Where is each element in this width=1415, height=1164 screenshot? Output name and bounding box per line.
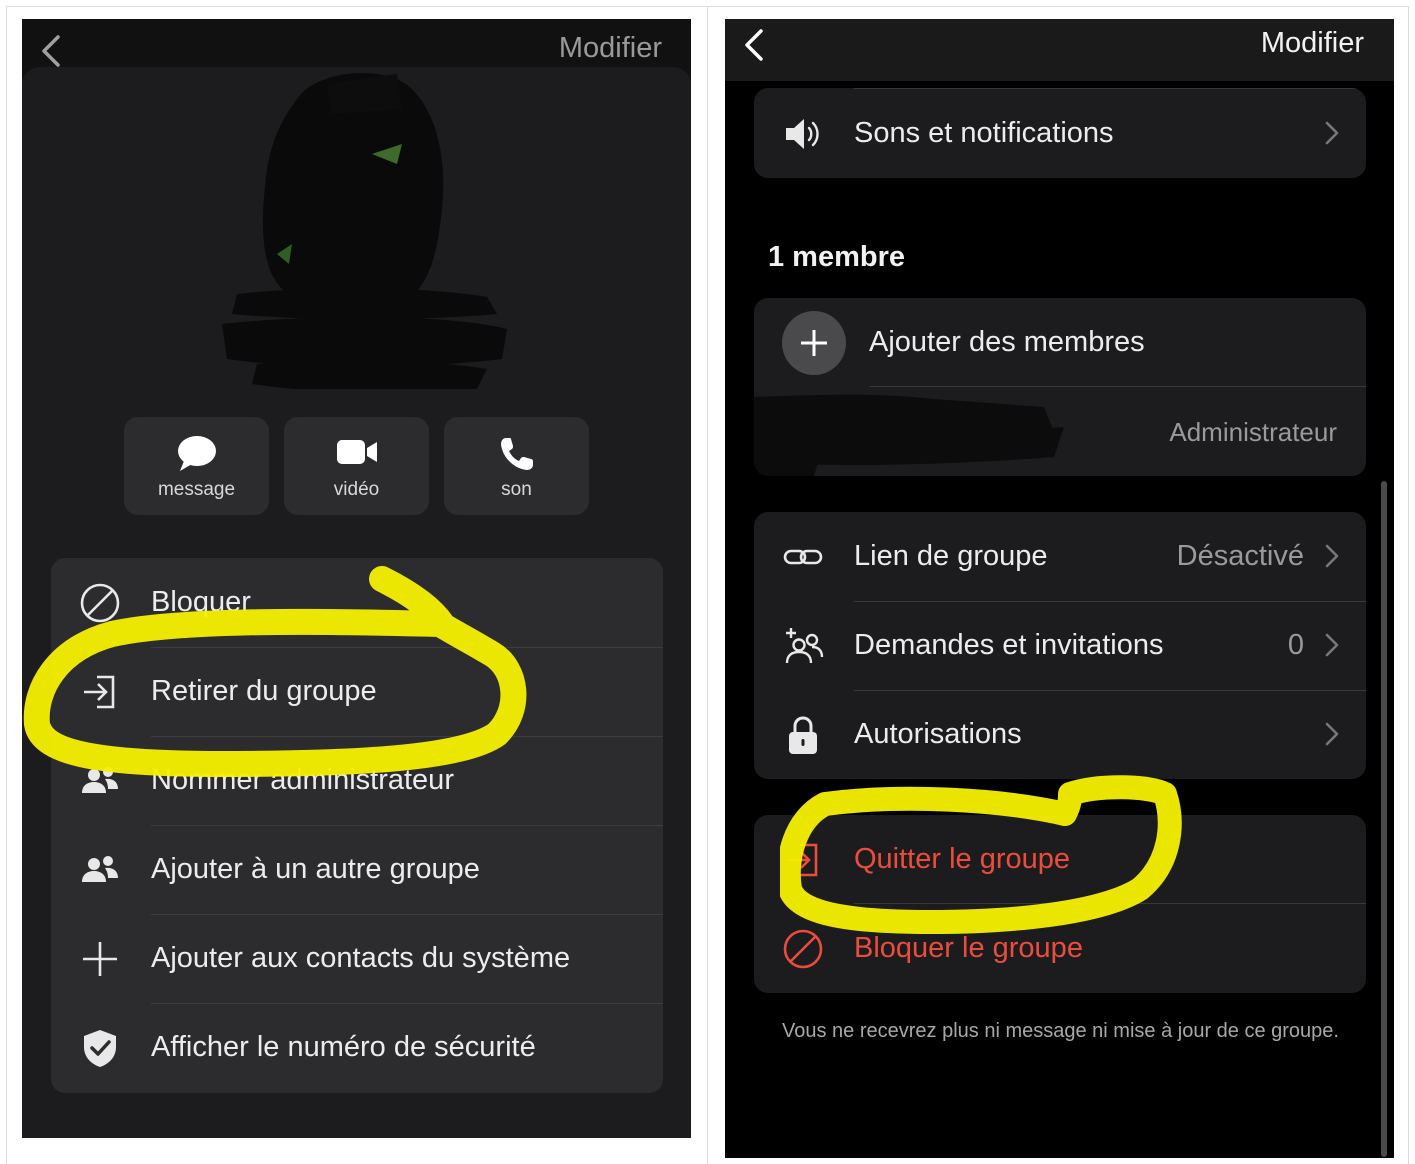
remove-from-group-row[interactable]: Retirer du groupe (51, 647, 663, 736)
scrollbar[interactable] (1381, 481, 1387, 1157)
safety-number-row[interactable]: Afficher le numéro de sécurité (51, 1003, 663, 1092)
members-card: Ajouter des membres Administrateur (754, 298, 1366, 476)
back-chevron-icon[interactable] (739, 25, 769, 65)
block-group-row[interactable]: Bloquer le groupe (754, 904, 1366, 993)
contact-actions-list: Bloquer Retirer du groupe Nommer adminis… (51, 558, 663, 1093)
permissions-row[interactable]: Autorisations (754, 690, 1366, 779)
safety-number-label: Afficher le numéro de sécurité (151, 1031, 536, 1063)
frame-divider (707, 6, 708, 1164)
speaker-icon (786, 119, 819, 149)
block-label: Bloquer (151, 586, 251, 618)
edit-button[interactable]: Modifier (1261, 27, 1364, 60)
chat-bubble-icon (177, 436, 216, 471)
members-section-title: 1 membre (768, 241, 906, 273)
chevron-right-icon (1325, 121, 1339, 145)
permissions-label: Autorisations (854, 718, 1022, 750)
add-to-system-contacts-row[interactable]: Ajouter aux contacts du système (51, 914, 663, 1003)
remove-from-group-icon (84, 675, 115, 709)
person-add-icon (785, 628, 824, 664)
leave-group-row[interactable]: Quitter le groupe (754, 815, 1366, 904)
link-icon (783, 549, 823, 565)
group-options-card: Lien de groupe Désactivé Demandes et inv… (754, 512, 1366, 779)
chevron-right-icon (1325, 544, 1339, 568)
add-members-row[interactable]: Ajouter des membres (754, 298, 1366, 387)
make-admin-row[interactable]: Nommer administrateur (51, 736, 663, 825)
block-icon (80, 583, 120, 623)
group-link-value: Désactivé (1176, 540, 1304, 572)
chevron-right-icon (1325, 722, 1339, 746)
block-icon (783, 929, 823, 969)
add-to-system-contacts-label: Ajouter aux contacts du système (151, 942, 571, 974)
make-admin-label: Nommer administrateur (151, 764, 454, 796)
chevron-right-icon (1325, 633, 1339, 657)
message-button[interactable]: message (124, 417, 269, 515)
plus-icon (83, 942, 117, 976)
edit-button[interactable]: Modifier (559, 32, 662, 65)
sounds-notifications-label: Sons et notifications (854, 117, 1114, 149)
requests-invitations-count: 0 (1287, 629, 1304, 661)
block-group-label: Bloquer le groupe (854, 932, 1083, 964)
group-settings-screen: Modifier Sons et notifications 1 membre … (725, 19, 1394, 1158)
leave-group-icon (787, 843, 818, 877)
add-to-other-group-row[interactable]: Ajouter à un autre groupe (51, 825, 663, 914)
people-icon (82, 856, 118, 882)
people-icon (82, 767, 118, 793)
video-call-button[interactable]: vidéo (284, 417, 429, 515)
sounds-notifications-row[interactable]: Sons et notifications (754, 89, 1366, 178)
frame-right-line (1408, 6, 1409, 1164)
requests-invitations-row[interactable]: Demandes et invitations 0 (754, 601, 1366, 690)
block-group-footnote: Vous ne recevrez plus ni message ni mise… (782, 1020, 1339, 1042)
sounds-card: Sons et notifications (754, 88, 1366, 178)
destructive-actions-card: Quitter le groupe Bloquer le groupe (754, 815, 1366, 993)
add-to-other-group-label: Ajouter à un autre groupe (151, 853, 480, 885)
member-row[interactable]: Administrateur (754, 387, 1366, 476)
redacted-avatar (222, 72, 507, 389)
audio-call-button-label: son (501, 479, 532, 500)
lock-icon (789, 716, 817, 754)
video-camera-icon (336, 440, 377, 464)
audio-call-button[interactable]: son (444, 417, 589, 515)
message-button-label: message (157, 479, 236, 500)
group-link-label: Lien de groupe (854, 540, 1048, 572)
block-row[interactable]: Bloquer (51, 558, 663, 647)
frame-left-line (6, 6, 7, 1164)
video-call-button-label: vidéo (333, 479, 380, 500)
leave-group-label: Quitter le groupe (854, 843, 1071, 875)
plus-icon (801, 330, 827, 356)
add-members-label: Ajouter des membres (869, 326, 1145, 358)
shield-check-icon (84, 1030, 116, 1067)
back-chevron-icon[interactable] (36, 31, 66, 71)
redacted-member (754, 394, 1064, 476)
remove-from-group-label: Retirer du groupe (151, 675, 377, 707)
phone-icon (500, 438, 533, 470)
requests-invitations-label: Demandes et invitations (854, 629, 1164, 661)
group-link-row[interactable]: Lien de groupe Désactivé (754, 512, 1366, 601)
admin-badge: Administrateur (1169, 417, 1337, 447)
contact-details-screen: Modifier message vidéo son Bloquer Retir… (22, 19, 691, 1138)
